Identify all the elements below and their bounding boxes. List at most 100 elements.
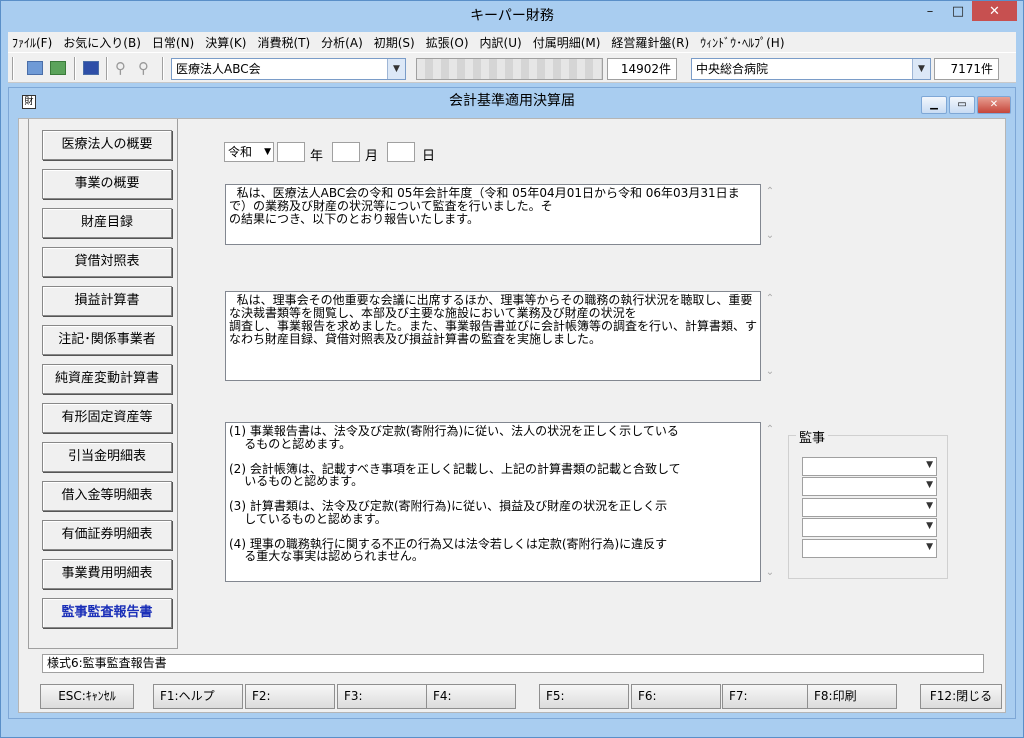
sidebar: 医療法人の概要 事業の概要 財産目録 貸借対照表 損益計算書 注記･関係事業者 … <box>28 119 178 649</box>
f8-print-button[interactable]: F8:印刷 <box>807 684 897 709</box>
monitor-icon[interactable] <box>27 61 43 75</box>
close-button[interactable]: ✕ <box>972 1 1017 21</box>
window-icon[interactable] <box>83 61 99 75</box>
audit-scope-textarea[interactable]: 私は、医療法人ABC会の令和 05年会計年度（令和 05年04月01日から令和 … <box>225 184 761 245</box>
form-window: 会計基準適用決算届 財 ▁ ▭ ✕ 医療法人の概要 事業の概要 財産目録 貸借対… <box>8 87 1016 719</box>
count1-display: 14902件 <box>607 58 677 80</box>
chevron-down-icon[interactable]: ▼ <box>926 480 933 490</box>
auditor-select-4[interactable]: ▼ <box>802 518 937 537</box>
menu-file[interactable]: ﾌｧｲﾙ(F) <box>8 34 59 51</box>
scroll-down-icon[interactable]: ⌄ <box>763 567 777 578</box>
form-minimize-button[interactable]: ▁ <box>921 96 947 114</box>
menu-management-compass[interactable]: 経営羅針盤(R) <box>607 34 696 51</box>
main-window: キーパー財務 – □ ✕ ﾌｧｲﾙ(F) お気に入り(B) 日常(N) 決算(K… <box>0 0 1024 738</box>
auditor-select-2[interactable]: ▼ <box>802 477 937 496</box>
toolbar-separator <box>162 57 164 80</box>
f2-button[interactable]: F2: <box>245 684 335 709</box>
chevron-down-icon[interactable]: ▼ <box>926 460 933 470</box>
form-client-area: 医療法人の概要 事業の概要 財産目録 貸借対照表 損益計算書 注記･関係事業者 … <box>18 118 1006 713</box>
menu-breakdown[interactable]: 内訳(U) <box>476 34 529 51</box>
audit-opinion-textarea[interactable]: (1) 事業報告書は、法令及び定款(寄附行為)に従い、法人の状況を正しく示してい… <box>225 422 761 582</box>
sidebar-item-balance-sheet[interactable]: 貸借対照表 <box>42 247 172 277</box>
chevron-down-icon[interactable]: ▼ <box>264 143 271 161</box>
sidebar-item-borrowings[interactable]: 借入金等明細表 <box>42 481 172 511</box>
menu-favorites[interactable]: お気に入り(B) <box>59 34 148 51</box>
hospital-combo[interactable]: 中央総合病院 ▼ <box>691 58 931 80</box>
corp-combo-value: 医療法人ABC会 <box>176 62 261 76</box>
menu-consumption-tax[interactable]: 消費税(T) <box>253 34 317 51</box>
maximize-button[interactable]: □ <box>944 1 972 21</box>
redacted-field <box>416 58 603 80</box>
sidebar-item-allowance[interactable]: 引当金明細表 <box>42 442 172 472</box>
app-icon: 財 <box>22 95 36 109</box>
form-close-button[interactable]: ✕ <box>977 96 1011 114</box>
f5-button[interactable]: F5: <box>539 684 629 709</box>
year-input[interactable] <box>277 142 305 162</box>
sidebar-item-net-assets[interactable]: 純資産変動計算書 <box>42 364 172 394</box>
app-titlebar: キーパー財務 – □ ✕ <box>1 1 1023 32</box>
scroll-up-icon[interactable]: ⌃ <box>763 293 777 304</box>
app-title: キーパー財務 <box>470 8 554 24</box>
day-input[interactable] <box>387 142 415 162</box>
auditor-select-1[interactable]: ▼ <box>802 457 937 476</box>
auditor-select-3[interactable]: ▼ <box>802 498 937 517</box>
menu-initial[interactable]: 初期(S) <box>370 34 422 51</box>
scroll-down-icon[interactable]: ⌄ <box>763 366 777 377</box>
form-maximize-button[interactable]: ▭ <box>949 96 975 114</box>
scroll-down-icon[interactable]: ⌄ <box>763 230 777 241</box>
key-icon[interactable]: ⚲ <box>115 60 131 76</box>
era-select[interactable]: 令和 ▼ <box>224 142 274 162</box>
toolbar-grip <box>12 57 14 80</box>
auditor-select-5[interactable]: ▼ <box>802 539 937 558</box>
menu-settlement[interactable]: 決算(K) <box>201 34 253 51</box>
f4-button[interactable]: F4: <box>426 684 516 709</box>
chevron-down-icon[interactable]: ▼ <box>912 59 930 79</box>
esc-cancel-button[interactable]: ESC:ｷｬﾝｾﾙ <box>40 684 134 709</box>
toolbar-separator <box>74 57 76 80</box>
sidebar-item-income-statement[interactable]: 損益計算書 <box>42 286 172 316</box>
menu-attached-details[interactable]: 付属明細(M) <box>529 34 608 51</box>
month-label: 月 <box>365 149 379 164</box>
toolbar-separator <box>106 57 108 80</box>
sidebar-item-securities[interactable]: 有価証券明細表 <box>42 520 172 550</box>
month-input[interactable] <box>332 142 360 162</box>
chevron-down-icon[interactable]: ▼ <box>926 542 933 552</box>
f6-button[interactable]: F6: <box>631 684 721 709</box>
form-titlebar: 会計基準適用決算届 <box>9 88 1015 114</box>
sidebar-item-notes[interactable]: 注記･関係事業者 <box>42 325 172 355</box>
scroll-up-icon[interactable]: ⌃ <box>763 186 777 197</box>
f3-button[interactable]: F3: <box>337 684 427 709</box>
hospital-combo-value: 中央総合病院 <box>696 62 769 76</box>
key-icon[interactable]: ⚲ <box>138 60 154 76</box>
menu-daily[interactable]: 日常(N) <box>148 34 201 51</box>
menu-analysis[interactable]: 分析(A) <box>317 34 370 51</box>
menu-window-help[interactable]: ｳｨﾝﾄﾞｳ･ﾍﾙﾌﾟ(H) <box>696 34 791 51</box>
chevron-down-icon[interactable]: ▼ <box>926 501 933 511</box>
count2-display: 7171件 <box>934 58 999 80</box>
scroll-up-icon[interactable]: ⌃ <box>763 424 777 435</box>
sidebar-item-property-list[interactable]: 財産目録 <box>42 208 172 238</box>
chevron-down-icon[interactable]: ▼ <box>387 59 405 79</box>
sidebar-item-fixed-assets[interactable]: 有形固定資産等 <box>42 403 172 433</box>
toolbar: ⚲ ⚲ 医療法人ABC会 ▼ 14902件 中央総合病院 ▼ 7171件 <box>8 52 1016 83</box>
sidebar-item-business-overview[interactable]: 事業の概要 <box>42 169 172 199</box>
minimize-button[interactable]: – <box>916 1 944 21</box>
sidebar-item-audit-report[interactable]: 監事監査報告書 <box>42 598 172 628</box>
day-label: 日 <box>422 149 436 164</box>
corp-combo[interactable]: 医療法人ABC会 ▼ <box>171 58 406 80</box>
f12-close-button[interactable]: F12:閉じる <box>920 684 1002 709</box>
menu-extension[interactable]: 拡張(O) <box>422 34 476 51</box>
form-title: 会計基準適用決算届 <box>449 93 575 109</box>
year-label: 年 <box>310 149 324 164</box>
f1-help-button[interactable]: F1:ヘルプ <box>153 684 243 709</box>
chevron-down-icon[interactable]: ▼ <box>926 521 933 531</box>
audit-method-textarea[interactable]: 私は、理事会その他重要な会議に出席するほか、理事等からその職務の執行状況を聴取し… <box>225 291 761 381</box>
auditor-group-label: 監事 <box>796 427 829 446</box>
menubar: ﾌｧｲﾙ(F) お気に入り(B) 日常(N) 決算(K) 消費税(T) 分析(A… <box>8 32 1016 52</box>
sidebar-item-corp-overview[interactable]: 医療法人の概要 <box>42 130 172 160</box>
form-status-line: 様式6:監事監査報告書 <box>42 654 984 673</box>
f7-button[interactable]: F7: <box>722 684 812 709</box>
sidebar-item-business-expenses[interactable]: 事業費用明細表 <box>42 559 172 589</box>
era-select-value: 令和 <box>228 145 253 159</box>
refresh-icon[interactable] <box>50 61 66 75</box>
